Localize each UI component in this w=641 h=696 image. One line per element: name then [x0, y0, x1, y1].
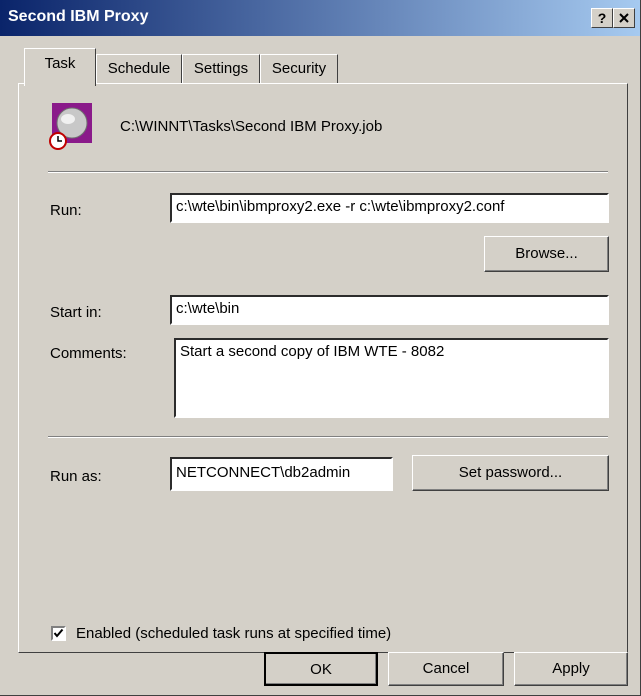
tab-task-label: Task — [44, 55, 76, 72]
separator — [48, 171, 608, 173]
run-label: Run: — [50, 202, 82, 219]
cancel-button[interactable]: Cancel — [388, 652, 504, 686]
tab-security-label: Security — [271, 60, 327, 77]
tab-schedule[interactable]: Schedule — [96, 54, 182, 84]
tab-schedule-label: Schedule — [107, 60, 171, 77]
tab-settings[interactable]: Settings — [182, 54, 260, 84]
ok-button[interactable]: OK — [264, 652, 378, 686]
comments-textarea[interactable]: Start a second copy of IBM WTE - 8082 — [174, 338, 609, 418]
browse-button[interactable]: Browse... — [484, 236, 609, 272]
apply-button[interactable]: Apply — [514, 652, 628, 686]
tab-settings-label: Settings — [193, 60, 249, 77]
task-properties-dialog: Second IBM Proxy ? Task Schedule Setting… — [0, 0, 641, 696]
window-title: Second IBM Proxy — [8, 8, 149, 25]
comments-label: Comments: — [50, 345, 127, 362]
task-file-path: C:\WINNT\Tasks\Second IBM Proxy.job — [120, 118, 383, 135]
close-button[interactable] — [613, 8, 635, 28]
run-as-input[interactable]: NETCONNECT\db2admin — [170, 457, 393, 491]
run-as-label: Run as: — [50, 468, 102, 485]
start-in-label: Start in: — [50, 304, 102, 321]
tab-security[interactable]: Security — [260, 54, 338, 84]
enabled-label[interactable]: Enabled (scheduled task runs at specifie… — [76, 625, 391, 642]
separator — [48, 436, 608, 438]
help-button[interactable]: ? — [591, 8, 613, 28]
title-bar[interactable]: Second IBM Proxy ? — [0, 0, 640, 36]
tab-task[interactable]: Task — [24, 48, 96, 86]
run-input[interactable]: c:\wte\bin\ibmproxy2.exe -r c:\wte\ibmpr… — [170, 193, 609, 223]
set-password-button[interactable]: Set password... — [412, 455, 609, 491]
enabled-checkbox[interactable] — [51, 626, 66, 641]
close-icon — [619, 13, 629, 23]
start-in-input[interactable]: c:\wte\bin — [170, 295, 609, 325]
checkmark-icon — [53, 628, 64, 638]
